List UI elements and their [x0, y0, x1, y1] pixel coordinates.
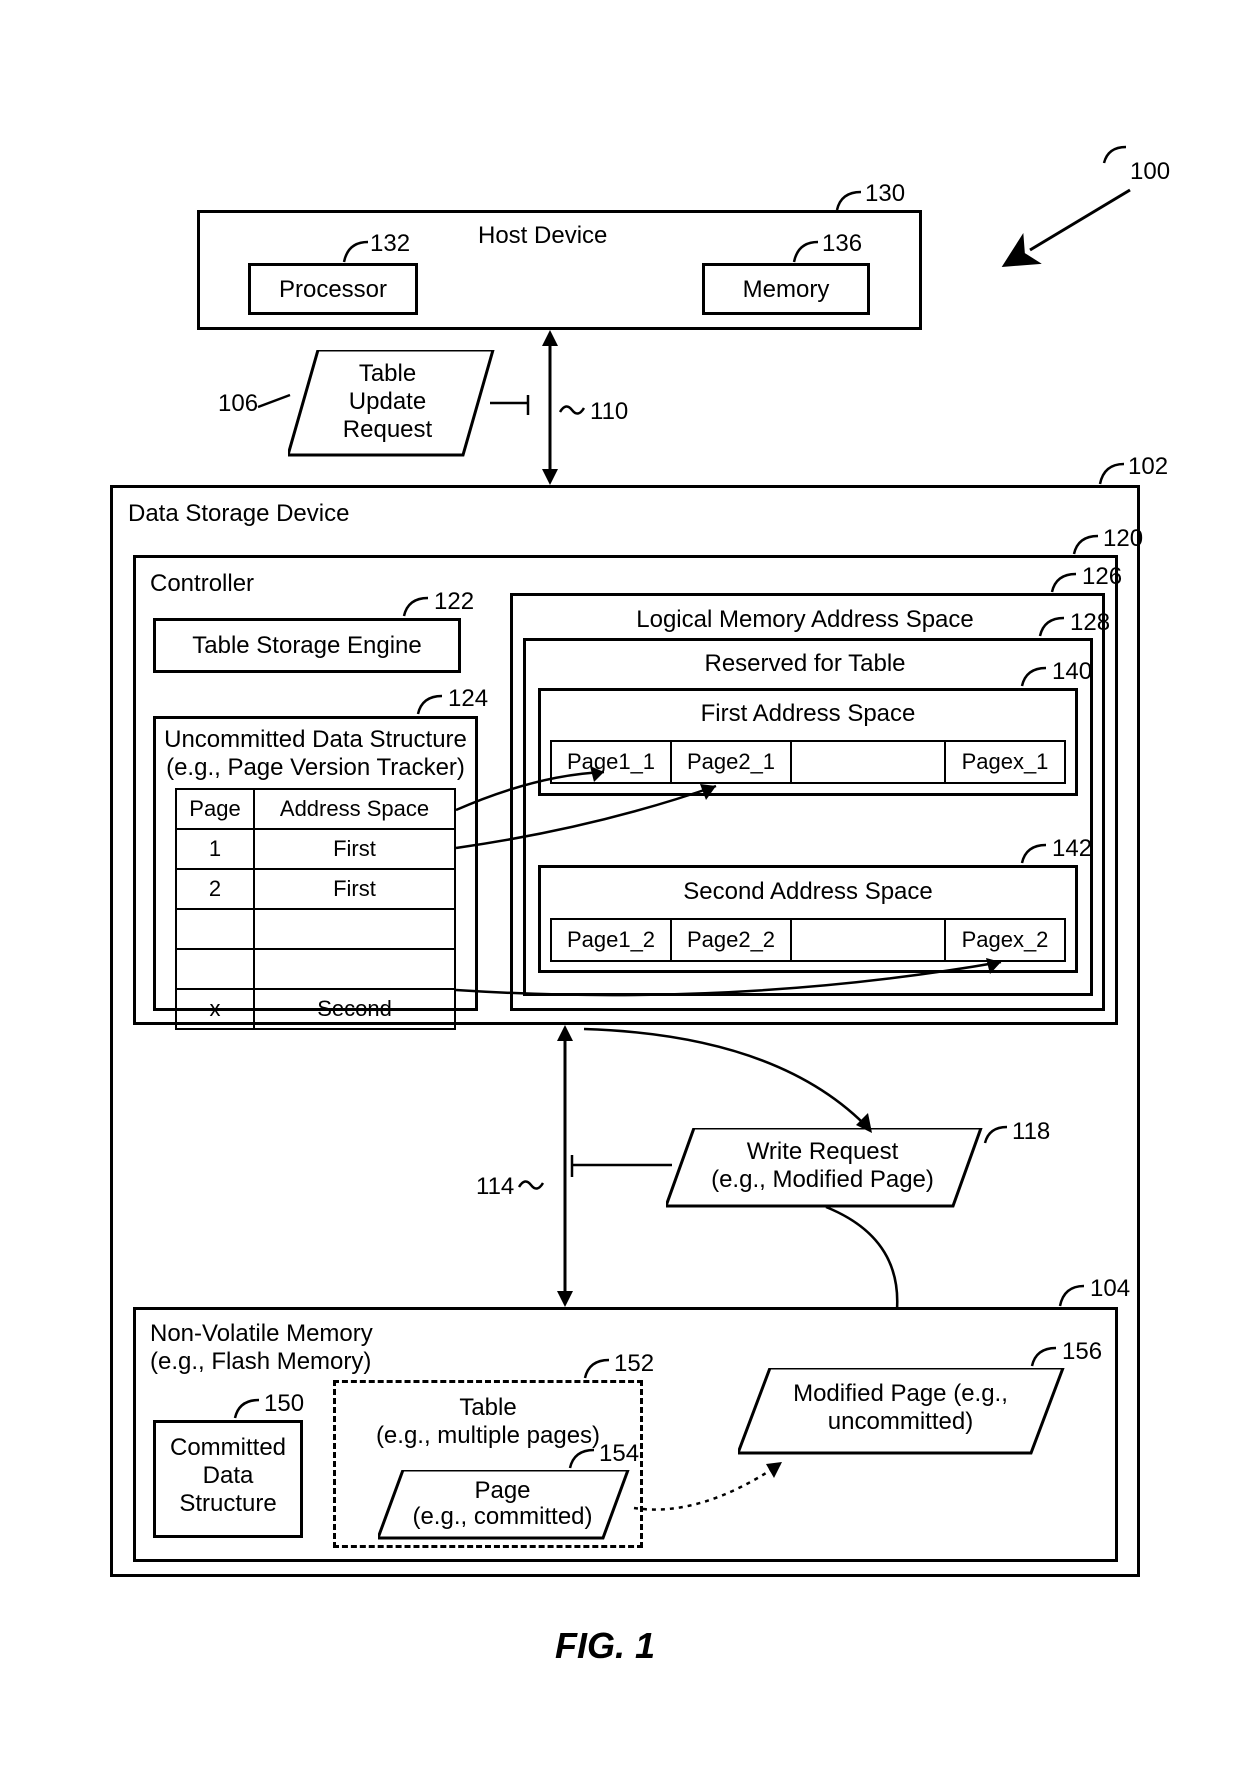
hook-102: [1098, 462, 1128, 486]
pvt-r1-p: 2: [176, 869, 254, 909]
dsd-title: Data Storage Device: [128, 500, 349, 528]
ref-142: 142: [1052, 835, 1092, 863]
ref-136: 136: [822, 230, 862, 258]
tur-to-line: [490, 395, 550, 425]
wr-l2: (e.g., Modified Page): [711, 1166, 934, 1193]
tb-l1: Table: [459, 1394, 516, 1421]
first-cells-row: Page1_1 Page2_1 Pagex_1: [550, 740, 1066, 784]
arrow-110: [530, 330, 570, 485]
pvt-r1-s: First: [254, 869, 455, 909]
tur-l1: Table: [359, 360, 416, 387]
second-space-title: Second Address Space: [538, 878, 1078, 906]
nvm-l1: Non-Volatile Memory: [150, 1320, 373, 1347]
sc2: [792, 920, 946, 960]
ref-156: 156: [1062, 1338, 1102, 1366]
unc-l2: (e.g., Page Version Tracker): [166, 754, 465, 781]
unc-l1: Uncommitted Data Structure: [164, 726, 467, 753]
ref-120: 120: [1103, 525, 1143, 553]
wr-l1: Write Request: [747, 1138, 899, 1165]
hook-100: [1102, 145, 1132, 165]
ref-126: 126: [1082, 563, 1122, 591]
ref-114: 114: [476, 1173, 514, 1201]
ref-152: 152: [614, 1350, 654, 1378]
table-dashed-text: Table (e.g., multiple pages): [333, 1394, 643, 1450]
figure-caption: FIG. 1: [555, 1625, 655, 1667]
cm-l1: Committed: [170, 1434, 286, 1461]
pvt-h-space: Address Space: [254, 789, 455, 829]
page-text: Page (e.g., committed): [395, 1478, 610, 1530]
ref-150: 150: [264, 1390, 304, 1418]
sc3: Pagex_2: [946, 920, 1064, 960]
ref-130: 130: [865, 180, 905, 208]
ref-122: 122: [434, 588, 474, 616]
mp-l2: uncommitted): [828, 1408, 973, 1435]
lead-106: [258, 393, 292, 411]
ref-124: 124: [448, 685, 488, 713]
pvt-table: Page Address Space 1First 2First xSecond: [175, 788, 456, 1030]
pvt-r4-s: Second: [254, 989, 455, 1029]
ref-132: 132: [370, 230, 410, 258]
nvm-title: Non-Volatile Memory (e.g., Flash Memory): [150, 1320, 373, 1376]
pvt-r4-p: x: [176, 989, 254, 1029]
write-request-text: Write Request (e.g., Modified Page): [690, 1138, 955, 1194]
table-storage-engine-label: Table Storage Engine: [153, 632, 461, 660]
pg-l1: Page: [474, 1477, 530, 1504]
pvt-r0-p: 1: [176, 829, 254, 869]
pg-l2: (e.g., committed): [412, 1503, 592, 1530]
sc0: Page1_2: [552, 920, 672, 960]
controller-title: Controller: [150, 570, 254, 598]
ref-106: 106: [218, 390, 258, 418]
second-cells-row: Page1_2 Page2_2 Pagex_2: [550, 918, 1066, 962]
tilde-110: [558, 400, 586, 422]
table-update-request-text: Table Update Request: [305, 360, 470, 444]
fc2: [792, 742, 946, 782]
committed-text: Committed Data Structure: [153, 1434, 303, 1518]
logical-title: Logical Memory Address Space: [590, 606, 1020, 634]
ref-128: 128: [1070, 609, 1110, 637]
tb-l2: (e.g., multiple pages): [376, 1422, 600, 1449]
ref-104: 104: [1090, 1275, 1130, 1303]
cm-l2: Data: [203, 1462, 254, 1489]
ref-140: 140: [1052, 658, 1092, 686]
pvt-h-page: Page: [176, 789, 254, 829]
host-device-title: Host Device: [478, 222, 607, 250]
tur-l2: Update: [349, 388, 426, 415]
ref-100: 100: [1130, 158, 1170, 186]
sc1: Page2_2: [672, 920, 792, 960]
pvt-r2-p: [176, 909, 254, 949]
pvt-r2-s: [254, 909, 455, 949]
tur-l3: Request: [343, 416, 432, 443]
first-space-title: First Address Space: [538, 700, 1078, 728]
processor-label: Processor: [248, 276, 418, 304]
modified-page-text: Modified Page (e.g., uncommitted): [758, 1380, 1043, 1436]
memory-label: Memory: [702, 276, 870, 304]
ref-118: 118: [1012, 1118, 1050, 1146]
fc1: Page2_1: [672, 742, 792, 782]
ref-110: 110: [590, 398, 628, 426]
patent-figure: 100 Host Device 130 Processor 132 Memory…: [0, 0, 1240, 1785]
fc3: Pagex_1: [946, 742, 1064, 782]
pvt-r3-s: [254, 949, 455, 989]
ref-102: 102: [1128, 453, 1168, 481]
pvt-table-wrap: Page Address Space 1First 2First xSecond: [175, 788, 456, 1006]
nvm-l2: (e.g., Flash Memory): [150, 1348, 371, 1375]
pvt-r0-s: First: [254, 829, 455, 869]
ref-154: 154: [599, 1440, 639, 1468]
fc0: Page1_1: [552, 742, 672, 782]
uncommitted-title: Uncommitted Data Structure (e.g., Page V…: [153, 726, 478, 782]
arrow-100: [1000, 190, 1140, 260]
reserved-title: Reserved for Table: [620, 650, 990, 678]
pvt-r3-p: [176, 949, 254, 989]
hook-130: [835, 190, 865, 212]
cm-l3: Structure: [179, 1490, 276, 1517]
mp-l1: Modified Page (e.g.,: [793, 1380, 1008, 1407]
